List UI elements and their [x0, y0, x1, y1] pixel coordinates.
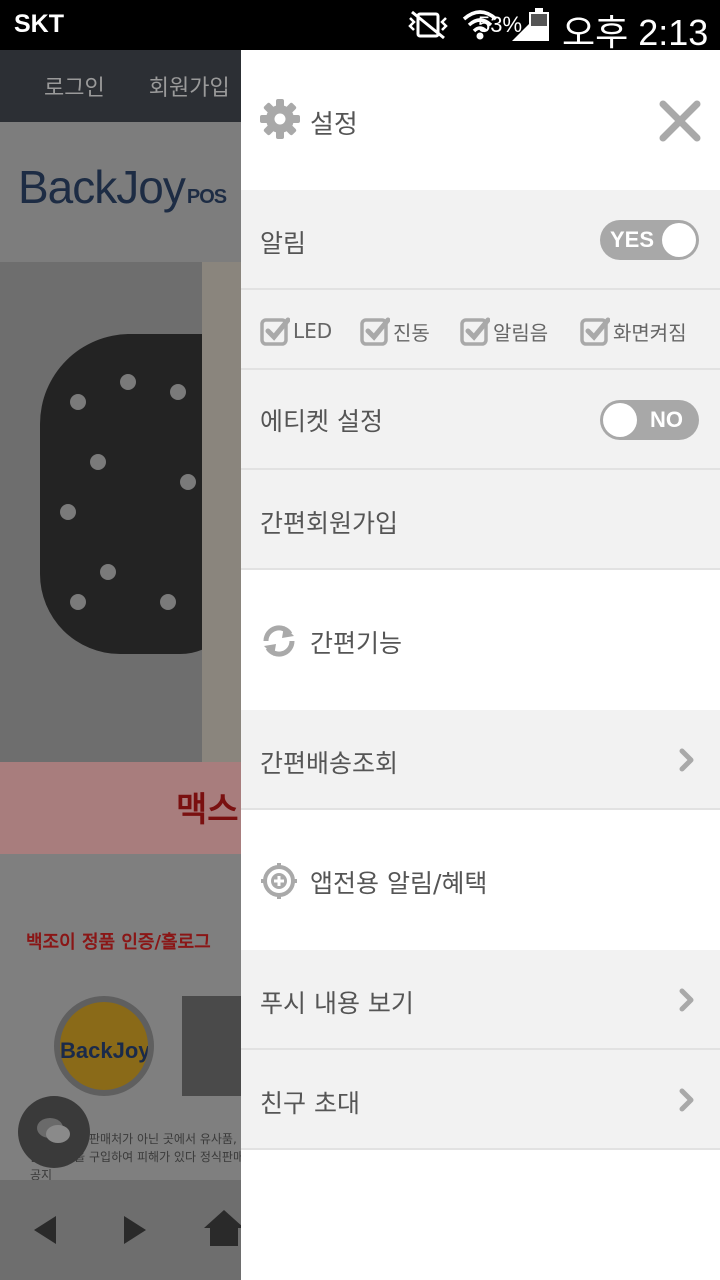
checkbox-screen-on-label: 화면켜짐: [613, 320, 687, 345]
web-signup-link[interactable]: 회원가입: [149, 70, 230, 102]
chevron-right-icon: [679, 748, 694, 772]
invite-friend-label: 친구 초대: [260, 1089, 360, 1118]
app-benefits-header: 앱전용 알림/혜택: [241, 810, 720, 950]
mute-vibrate-icon: [408, 10, 448, 40]
invite-friend-row[interactable]: 친구 초대: [241, 1050, 720, 1150]
etiquette-toggle[interactable]: NO: [600, 400, 699, 440]
push-view-row[interactable]: 푸시 내용 보기: [241, 950, 720, 1050]
back-arrow-icon[interactable]: [34, 1216, 56, 1248]
checkbox-vibration[interactable]: 진동: [360, 315, 430, 347]
toggle-knob: [662, 223, 696, 257]
chevron-right-icon: [679, 1088, 694, 1112]
home-icon[interactable]: [204, 1210, 241, 1250]
chat-bubble-icon: [37, 1118, 70, 1143]
simple-features-title: 간편기능: [310, 629, 403, 658]
web-cert-text: 백조이 정품 인증/홀로그: [26, 932, 211, 953]
web-login-link[interactable]: 로그인: [44, 70, 105, 102]
notification-options-row: LED 진동 알림음 화면켜짐: [241, 290, 720, 370]
web-logo-row: BackJoy POS: [0, 122, 241, 262]
web-promo-text: 맥스: [176, 790, 239, 830]
checkbox-sound[interactable]: 알림음: [460, 315, 548, 347]
simple-features-header: 간편기능: [241, 570, 720, 710]
checkbox-screen-on[interactable]: 화면켜짐: [580, 315, 687, 347]
etiquette-label: 에티켓 설정: [260, 407, 383, 436]
clock: 오후 2:13: [562, 12, 709, 53]
background-page: 로그인 회원가입 BackJoy POS 맥스 백조이 정품 인증/홀로그 Bac…: [0, 50, 241, 1280]
drawer-header: 설정: [241, 50, 720, 190]
status-icons: [406, 8, 544, 42]
web-bottom-nav: [0, 1180, 241, 1280]
refresh-icon: [263, 625, 295, 657]
settings-drawer: 설정 알림 YES LED 진동 알림음 화면켜짐 에티켓 설정 NO 간편회원…: [241, 50, 720, 1280]
checkbox-led-label: LED: [293, 319, 333, 343]
web-badge-image: BackJoy: [54, 996, 154, 1096]
simple-signup-row[interactable]: 간편회원가입: [241, 470, 720, 570]
checkbox-checked-icon: [260, 317, 290, 346]
chat-button[interactable]: [18, 1096, 90, 1168]
notification-toggle-state: YES: [610, 227, 655, 252]
close-icon[interactable]: [659, 100, 701, 142]
battery-percent: 53%: [478, 12, 523, 37]
battery-icon: [529, 8, 549, 41]
notification-toggle[interactable]: YES: [600, 220, 699, 260]
backjoy-logo[interactable]: BackJoy POS: [18, 160, 227, 214]
etiquette-row: 에티켓 설정 NO: [241, 370, 720, 470]
etiquette-toggle-state: NO: [650, 407, 683, 432]
web-hero-banner[interactable]: [0, 262, 241, 762]
notification-options: LED 진동 알림음 화면켜짐: [260, 315, 720, 347]
drawer-title: 설정: [310, 110, 358, 140]
checkbox-checked-icon: [360, 317, 390, 346]
notification-label: 알림: [260, 229, 307, 258]
delivery-lookup-row[interactable]: 간편배송조회: [241, 710, 720, 810]
gear-icon: [260, 99, 300, 139]
checkbox-led[interactable]: LED: [260, 315, 332, 347]
delivery-lookup-label: 간편배송조회: [260, 749, 399, 778]
carrier-label: SKT: [14, 10, 64, 38]
simple-signup-label: 간편회원가입: [260, 509, 399, 538]
web-posture-badge: [182, 996, 241, 1096]
checkbox-vibration-label: 진동: [393, 320, 430, 345]
chevron-right-icon: [679, 988, 694, 1012]
forward-arrow-icon[interactable]: [124, 1216, 146, 1248]
checkbox-sound-label: 알림음: [493, 320, 549, 345]
push-view-label: 푸시 내용 보기: [260, 989, 414, 1018]
web-promo-band[interactable]: 맥스: [0, 762, 241, 854]
app-benefits-title: 앱전용 알림/혜택: [310, 869, 488, 898]
checkbox-checked-icon: [460, 317, 490, 346]
poster-image: [202, 262, 241, 762]
checkbox-checked-icon: [580, 317, 610, 346]
toggle-knob: [603, 403, 637, 437]
status-bar: SKT 53% 오후 2:13: [0, 0, 720, 53]
target-plus-icon: [261, 863, 297, 899]
notification-row: 알림 YES: [241, 190, 720, 290]
web-top-nav: 로그인 회원가입: [0, 50, 241, 122]
